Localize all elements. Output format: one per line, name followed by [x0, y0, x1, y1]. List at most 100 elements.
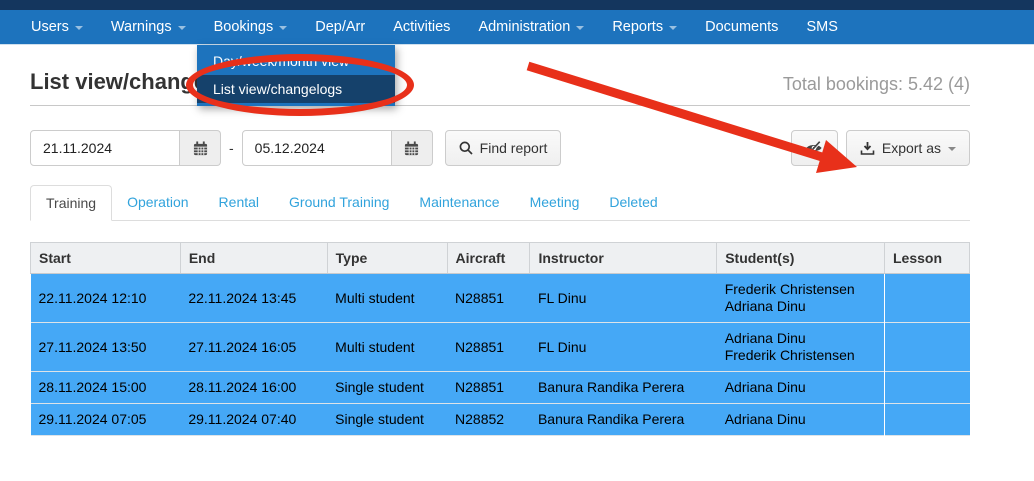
cell-lesson: [884, 322, 970, 372]
student-name: Frederik Christensen: [724, 281, 855, 297]
column-header-end: End: [179, 242, 328, 274]
dropdown-item-list-view-changelogs[interactable]: List view/changelogs: [197, 75, 395, 103]
column-header-students: Student(s): [716, 242, 885, 274]
caret-down-icon: [669, 26, 678, 30]
cell-end: 22.11.2024 13:45: [180, 273, 328, 323]
table-row[interactable]: 22.11.2024 12:10 22.11.2024 13:45 Multi …: [30, 273, 970, 323]
student-name: Adriana Dinu: [724, 379, 806, 395]
main-navbar: Users Warnings Bookings Dep/Arr Activiti…: [0, 10, 1034, 45]
date-range-separator: -: [229, 140, 234, 156]
cell-students: Frederik Christensen Adriana Dinu: [716, 273, 885, 323]
nav-item-label: Warnings: [110, 19, 172, 35]
caret-down-icon: [177, 26, 186, 30]
download-icon: [860, 141, 875, 155]
cell-type: Single student: [327, 371, 448, 404]
cell-instructor: Banura Randika Perera: [529, 371, 717, 404]
nav-item-label: Reports: [612, 19, 664, 35]
page-header: List view/changelogs Total bookings: 5.4…: [30, 69, 970, 106]
bookings-dropdown-menu: Day/week/month view List view/changelogs: [197, 45, 395, 106]
nav-item-dep-arr[interactable]: Dep/Arr: [301, 10, 379, 45]
export-as-label: Export as: [881, 140, 941, 156]
date-to-calendar-button[interactable]: [391, 130, 433, 166]
cell-type: Multi student: [327, 273, 448, 323]
calendar-icon: [193, 140, 207, 155]
date-to-input[interactable]: [241, 130, 392, 166]
date-from-group: [30, 130, 221, 166]
nav-item-activities[interactable]: Activities: [379, 10, 464, 45]
table-row[interactable]: 27.11.2024 13:50 27.11.2024 16:05 Multi …: [30, 322, 970, 372]
nav-item-label: Dep/Arr: [315, 19, 366, 35]
nav-item-reports[interactable]: Reports: [598, 10, 691, 45]
find-report-label: Find report: [479, 140, 548, 156]
table-row[interactable]: 28.11.2024 15:00 28.11.2024 16:00 Single…: [30, 371, 970, 404]
toggle-visibility-button[interactable]: [790, 130, 838, 166]
table-row[interactable]: 29.11.2024 07:05 29.11.2024 07:40 Single…: [30, 403, 970, 436]
search-icon: [459, 141, 473, 155]
cell-type: Multi student: [327, 322, 448, 372]
cell-lesson: [884, 273, 970, 323]
tab-maintenance[interactable]: Maintenance: [404, 185, 514, 221]
cell-start: 29.11.2024 07:05: [30, 403, 181, 436]
calendar-icon: [405, 140, 419, 155]
tab-deleted[interactable]: Deleted: [594, 185, 672, 221]
nav-item-administration[interactable]: Administration: [464, 10, 598, 45]
cell-end: 28.11.2024 16:00: [180, 371, 328, 404]
column-header-lesson: Lesson: [884, 242, 970, 274]
toolbar: -: [30, 130, 970, 166]
column-header-type: Type: [326, 242, 448, 274]
caret-down-icon: [576, 26, 585, 30]
nav-item-warnings[interactable]: Warnings: [97, 10, 200, 45]
total-bookings: Total bookings: 5.42 (4): [782, 74, 970, 94]
cell-instructor: FL Dinu: [529, 273, 717, 323]
tab-training[interactable]: Training: [30, 185, 113, 221]
cell-lesson: [884, 371, 970, 404]
cell-students: Adriana Dinu Frederik Christensen: [716, 322, 885, 372]
top-strip: [0, 0, 1034, 10]
nav-item-label: Activities: [393, 19, 451, 35]
cell-students: Adriana Dinu: [716, 403, 885, 436]
student-name: Adriana Dinu: [724, 411, 806, 427]
column-header-start: Start: [30, 242, 181, 274]
tab-rental[interactable]: Rental: [204, 185, 274, 221]
nav-item-label: Users: [31, 19, 69, 35]
date-to-group: [241, 130, 433, 166]
cell-lesson: [884, 403, 970, 436]
caret-down-icon: [948, 147, 956, 151]
toolbar-right: Export as: [790, 130, 970, 166]
cell-end: 27.11.2024 16:05: [180, 322, 328, 372]
cell-start: 28.11.2024 15:00: [30, 371, 181, 404]
nav-item-label: Administration: [478, 19, 571, 35]
nav-item-label: Bookings: [213, 19, 274, 35]
cell-end: 29.11.2024 07:40: [180, 403, 328, 436]
nav-item-bookings[interactable]: Bookings: [200, 10, 302, 45]
student-name: Adriana Dinu: [724, 298, 806, 314]
find-report-button[interactable]: Find report: [444, 130, 562, 166]
cell-start: 27.11.2024 13:50: [30, 322, 181, 372]
cell-students: Adriana Dinu: [716, 371, 885, 404]
nav-item-label: SMS: [806, 19, 838, 35]
date-from-input[interactable]: [30, 130, 180, 166]
dropdown-item-day-week-month-view[interactable]: Day/week/month view: [197, 47, 395, 75]
cell-instructor: Banura Randika Perera: [529, 403, 717, 436]
nav-item-sms[interactable]: SMS: [792, 10, 851, 45]
cell-aircraft: N28851: [447, 322, 530, 372]
eye-slash-icon: [806, 141, 822, 156]
tab-ground-training[interactable]: Ground Training: [274, 185, 404, 221]
caret-down-icon: [74, 26, 83, 30]
nav-item-documents[interactable]: Documents: [691, 10, 792, 45]
column-header-instructor: Instructor: [529, 242, 718, 274]
cell-aircraft: N28852: [447, 403, 530, 436]
export-as-button[interactable]: Export as: [845, 130, 970, 166]
column-header-aircraft: Aircraft: [446, 242, 531, 274]
date-from-calendar-button[interactable]: [180, 130, 221, 166]
cell-type: Single student: [327, 403, 448, 436]
nav-item-users[interactable]: Users: [17, 10, 97, 45]
cell-instructor: FL Dinu: [529, 322, 717, 372]
caret-down-icon: [279, 26, 288, 30]
booking-type-tabs: Training Operation Rental Ground Trainin…: [30, 185, 970, 221]
tab-meeting[interactable]: Meeting: [515, 185, 595, 221]
nav-item-label: Documents: [705, 19, 779, 35]
tab-operation[interactable]: Operation: [112, 185, 203, 221]
cell-aircraft: N28851: [447, 273, 530, 323]
table-header-row: Start End Type Aircraft Instructor Stude…: [30, 242, 970, 274]
